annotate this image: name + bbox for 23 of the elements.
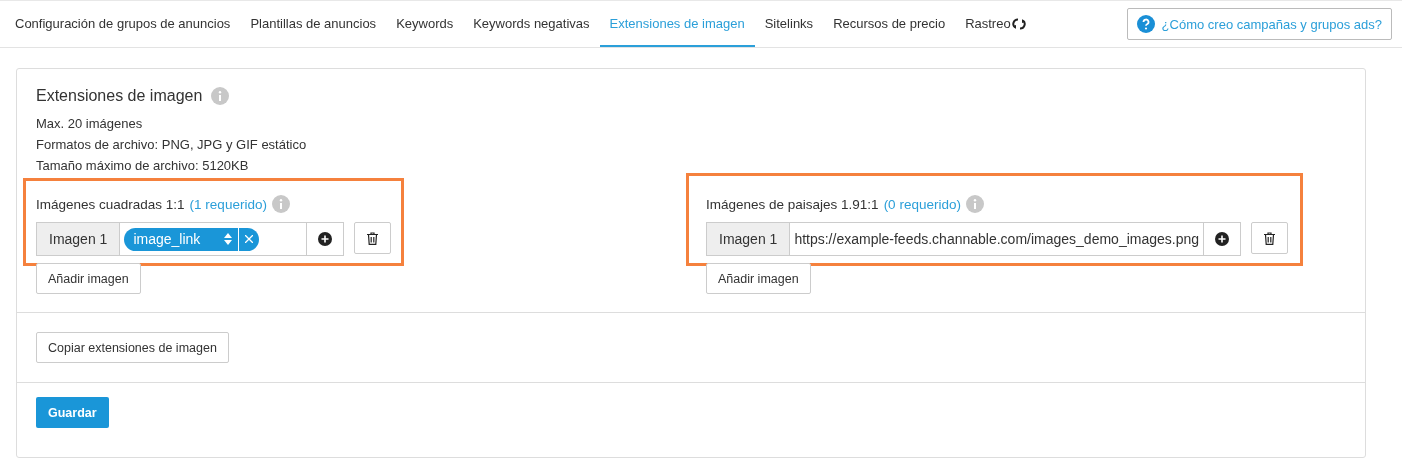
url-value: https://example-feeds.channable.com/images_demo_images.png xyxy=(794,231,1200,247)
add-image-button[interactable]: Añadir imagen xyxy=(706,263,811,294)
group-label: Imágenes de paisajes 1.91:1 xyxy=(706,196,879,212)
copy-button[interactable]: Copiar extensiones de imagen xyxy=(36,332,229,363)
section-title: Extensiones de imagen xyxy=(36,87,203,105)
tab[interactable]: Keywords xyxy=(386,1,464,47)
group-label: Imágenes cuadradas 1:1 xyxy=(36,196,185,212)
tab[interactable]: Sitelinks xyxy=(754,1,824,47)
tab[interactable]: Plantillas de anuncios xyxy=(240,1,387,47)
tab[interactable]: Keywords negativas xyxy=(463,1,600,47)
required-count: (1 requerido) xyxy=(189,196,267,212)
note-text: Tamaño máximo de archivo: 5120KB xyxy=(36,157,250,175)
image-field[interactable]: Imagen 1 https://example-feeds.channable.com/images_demo_images.png xyxy=(706,222,1242,256)
note-text: Formatos de archivo: PNG, JPG y GIF estático xyxy=(36,136,308,154)
image-label: Imagen 1 xyxy=(37,223,121,255)
note-text: Max. 20 imágenes xyxy=(36,115,144,133)
tab[interactable]: Configuración de grupos de anuncios xyxy=(15,1,241,47)
required-count: (0 requerido) xyxy=(883,196,961,212)
tab[interactable]: Recursos de precio xyxy=(823,1,956,47)
add-image-button[interactable]: Añadir imagen xyxy=(36,263,141,294)
tab[interactable]: Rastreo xyxy=(955,1,1012,47)
image-label: Imagen 1 xyxy=(707,223,791,255)
image-field[interactable]: Imagen 1 image_link xyxy=(36,222,345,256)
